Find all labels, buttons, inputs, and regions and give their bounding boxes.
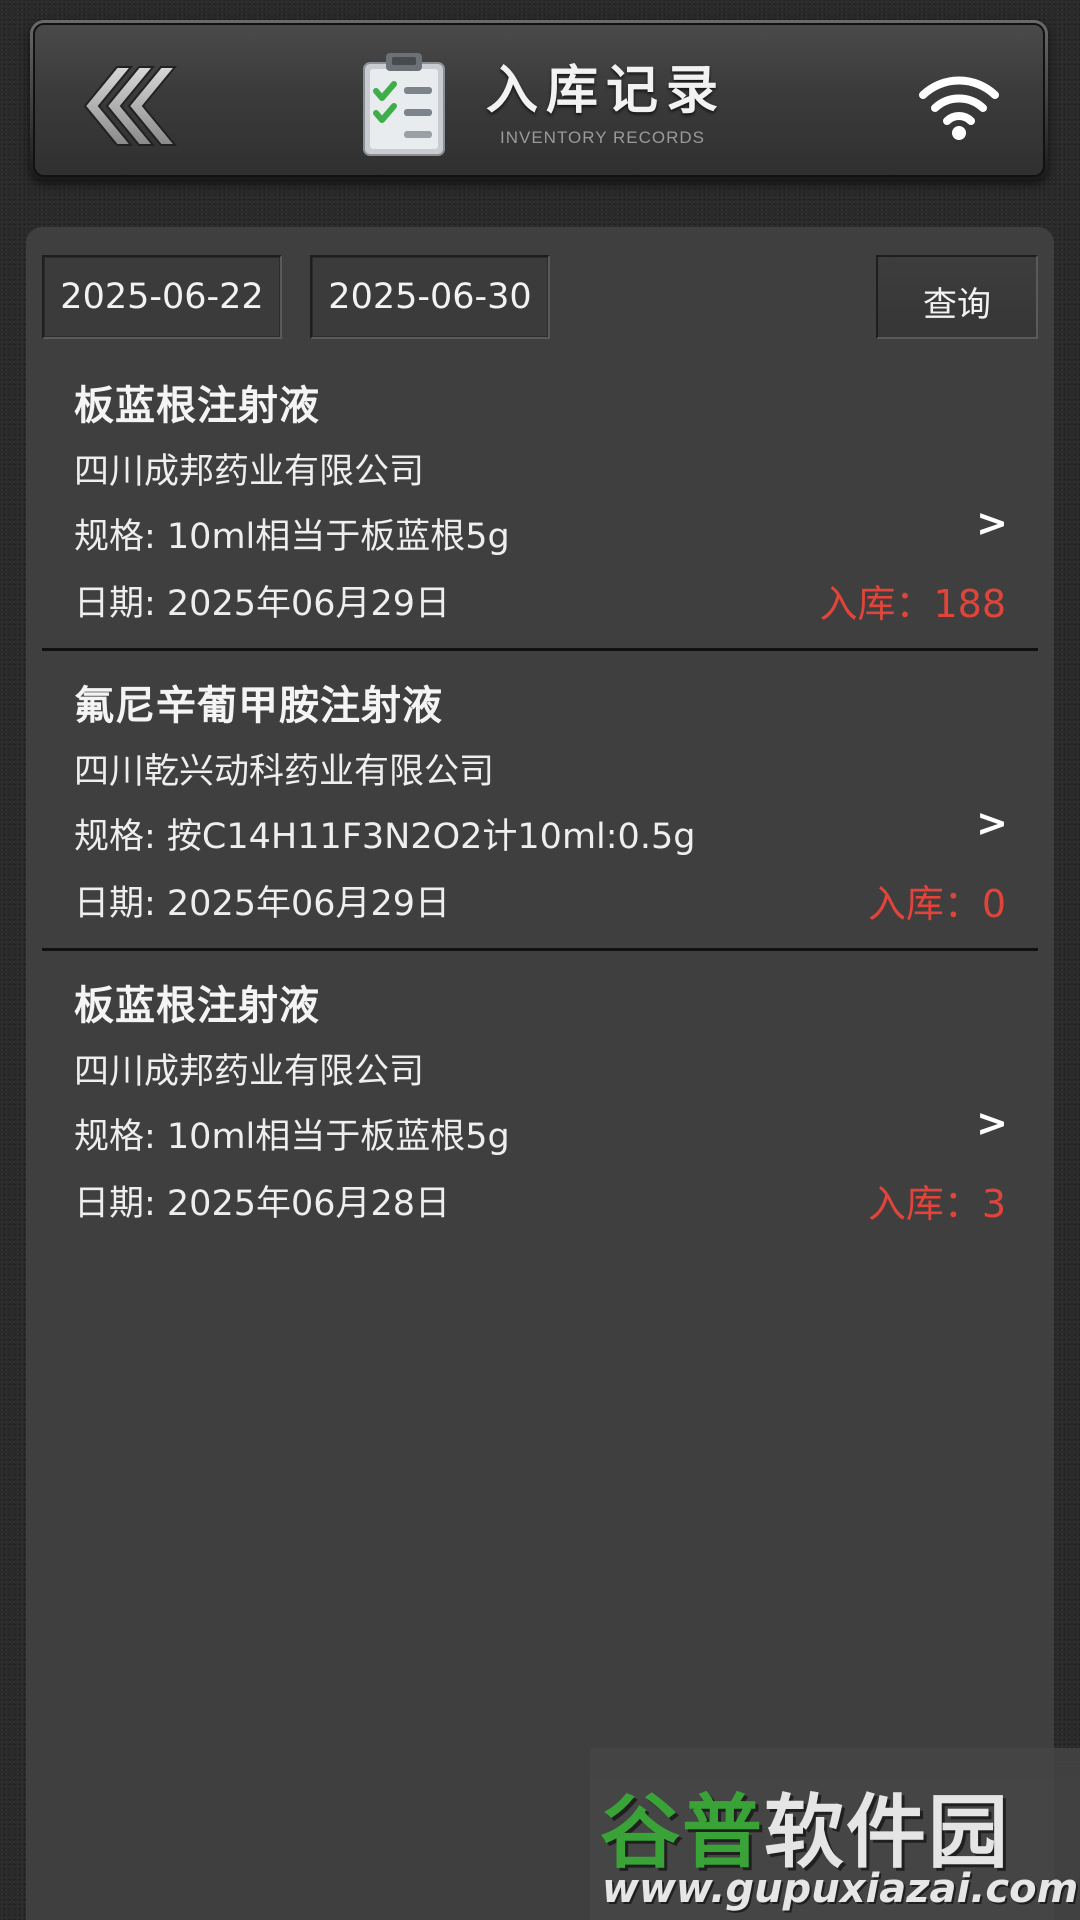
watermark: 谷普软件园 www.gupuxiazai.com: [590, 1748, 1080, 1920]
title-group: 入库记录 INVENTORY RECORDS: [360, 45, 726, 163]
record-name: 氟尼辛葡甲胺注射液: [74, 683, 443, 729]
title-texts: 入库记录 INVENTORY RECORDS: [486, 60, 726, 148]
chevron-right-icon: >: [976, 501, 1008, 545]
record-quantity: 入库：188: [819, 582, 1006, 626]
record-date: 日期: 2025年06月29日: [74, 884, 451, 924]
record-list: 板蓝根注射液 四川成邦药业有限公司 规格: 10ml相当于板蓝根5g 日期: 2…: [42, 351, 1038, 1251]
record-spec: 规格: 10ml相当于板蓝根5g: [74, 517, 510, 557]
double-chevron-left-icon: [83, 66, 178, 146]
record-date: 日期: 2025年06月28日: [74, 1184, 451, 1224]
clipboard-checklist-icon: [363, 53, 445, 156]
record-name: 板蓝根注射液: [74, 983, 320, 1029]
start-date-field[interactable]: 2025-06-22: [42, 255, 282, 339]
content-panel: 2025-06-22 2025-06-30 查询 板蓝根注射液 四川成邦药业有限…: [26, 227, 1054, 1920]
date-filter-bar: 2025-06-22 2025-06-30 查询: [26, 227, 1054, 347]
record-company: 四川成邦药业有限公司: [74, 1052, 425, 1092]
query-button[interactable]: 查询: [876, 255, 1038, 339]
record-spec: 规格: 10ml相当于板蓝根5g: [74, 1117, 510, 1157]
record-date: 日期: 2025年06月29日: [74, 584, 451, 624]
chevron-right-icon: >: [976, 1101, 1008, 1145]
end-date-field[interactable]: 2025-06-30: [310, 255, 550, 339]
back-button[interactable]: [73, 61, 183, 151]
record-item[interactable]: 氟尼辛葡甲胺注射液 四川乾兴动科药业有限公司 规格: 按C14H11F3N2O2…: [42, 651, 1038, 951]
page-subtitle: INVENTORY RECORDS: [500, 128, 705, 147]
record-company: 四川成邦药业有限公司: [74, 452, 425, 492]
record-name: 板蓝根注射液: [74, 383, 320, 429]
page-title: 入库记录: [486, 61, 727, 121]
record-quantity: 入库：0: [867, 882, 1006, 926]
record-spec: 规格: 按C14H11F3N2O2计10ml:0.5g: [74, 817, 696, 857]
header-bezel: 入库记录 INVENTORY RECORDS: [30, 20, 1048, 180]
record-item[interactable]: 板蓝根注射液 四川成邦药业有限公司 规格: 10ml相当于板蓝根5g 日期: 2…: [42, 351, 1038, 651]
record-quantity: 入库：3: [867, 1182, 1006, 1226]
record-company: 四川乾兴动科药业有限公司: [74, 752, 495, 792]
watermark-url: www.gupuxiazai.com: [602, 1866, 1079, 1912]
chevron-right-icon: >: [976, 801, 1008, 845]
record-item[interactable]: 板蓝根注射液 四川成邦药业有限公司 规格: 10ml相当于板蓝根5g 日期: 2…: [42, 951, 1038, 1251]
header-bar: 入库记录 INVENTORY RECORDS: [33, 23, 1045, 177]
wifi-icon: [919, 76, 999, 140]
